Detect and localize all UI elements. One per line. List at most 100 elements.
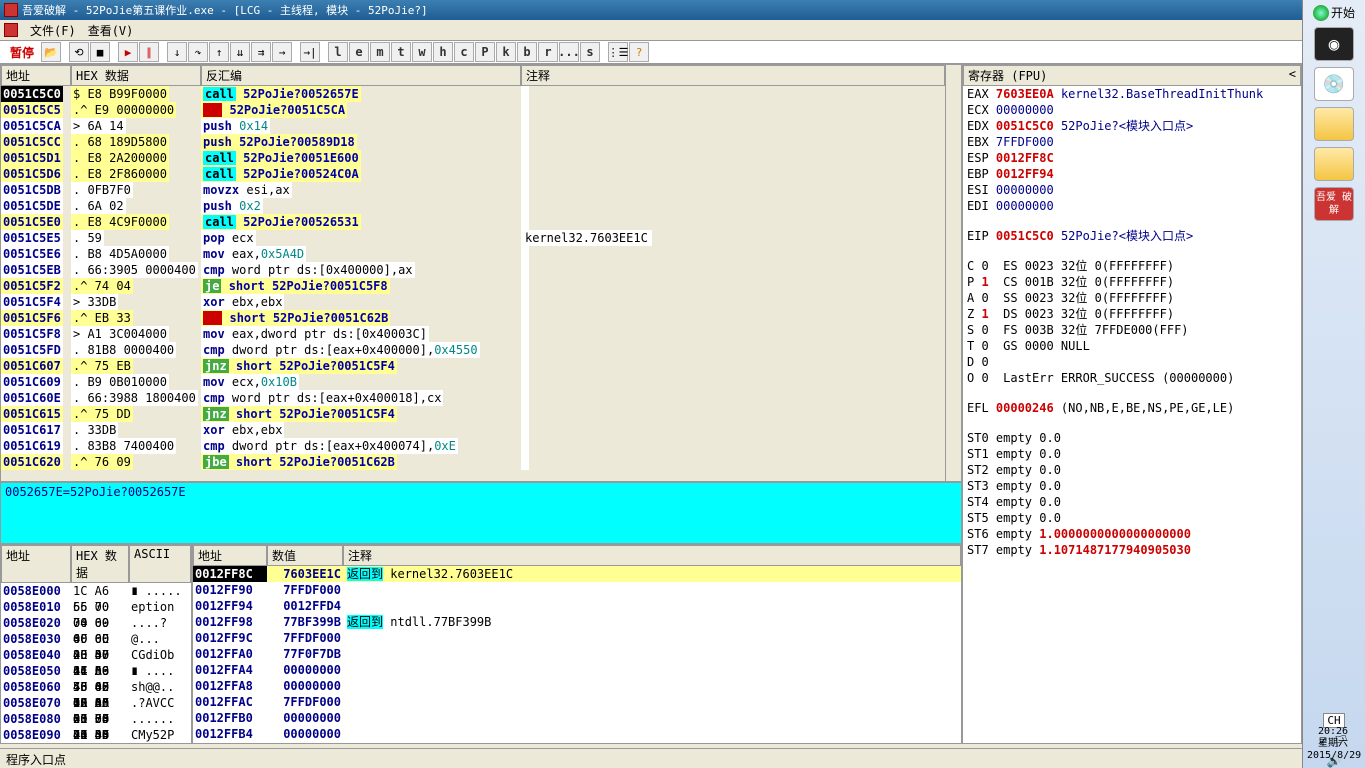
fpu-row[interactable]: ST7 empty 1.1071487177940905030 — [967, 542, 1297, 558]
cpu-addr[interactable]: 0051C5F8 — [1, 326, 63, 342]
cpu-addr[interactable]: 0051C60E — [1, 390, 63, 406]
cpu-comment[interactable]: kernel32.7603EE1C — [521, 230, 652, 246]
cpu-comment[interactable] — [521, 198, 529, 214]
dump-row[interactable]: 0058E02000 00 00 00 2E 3F 41 56 43 4F 62… — [1, 615, 191, 631]
cpu-addr[interactable]: 0051C5CA — [1, 118, 63, 134]
cpu-disasm[interactable]: short 52PoJie?0051C62B — [201, 310, 390, 326]
clock[interactable]: 20:26 星期六 2015/8/29 — [1307, 726, 1359, 762]
cpu-disasm[interactable]: je short 52PoJie?0051C5F8 — [201, 278, 390, 294]
efl-row[interactable]: EFL 00000246 (NO,NB,E,BE,NS,PE,GE,LE) — [967, 400, 1297, 416]
dump-header-addr[interactable]: 地址 — [1, 545, 71, 583]
start-button[interactable]: 开始 — [1313, 4, 1355, 21]
cpu-hex[interactable]: $ E8 B99F0000 — [71, 86, 169, 102]
cpu-hex[interactable]: . 83B8 7400400 — [71, 438, 176, 454]
toolbar-letter-b[interactable]: b — [517, 42, 537, 62]
cpu-addr[interactable]: 0051C609 — [1, 374, 63, 390]
fpu-row[interactable]: ST2 empty 0.0 — [967, 462, 1297, 478]
cpu-addr[interactable]: 0051C5D1 — [1, 150, 63, 166]
cpu-comment[interactable] — [521, 358, 529, 374]
cpu-addr[interactable]: 0051C607 — [1, 358, 63, 374]
toolbar-letter-h[interactable]: h — [433, 42, 453, 62]
cpu-comment[interactable] — [521, 278, 529, 294]
cpu-addr[interactable]: 0051C5EB — [1, 262, 63, 278]
cpu-addr[interactable]: 0051C5F4 — [1, 294, 63, 310]
cpu-addr[interactable]: 0051C5E5 — [1, 230, 63, 246]
cpu-hex[interactable]: . B9 0B010000 — [71, 374, 169, 390]
cpu-disasm[interactable]: cmp word ptr ds:[eax+0x400018],cx — [201, 390, 443, 406]
cpu-disasm[interactable]: cmp word ptr ds:[0x400000],ax — [201, 262, 415, 278]
menu-view[interactable]: 查看(V) — [88, 22, 134, 39]
register-EDI[interactable]: EDI 00000000 — [967, 198, 1297, 214]
cpu-addr[interactable]: 0051C620 — [1, 454, 63, 470]
cpu-comment[interactable] — [521, 166, 529, 182]
open-icon[interactable]: 📂 — [41, 42, 61, 62]
toolbar-letter-r[interactable]: r — [538, 42, 558, 62]
cpu-addr[interactable]: 0051C5CC — [1, 134, 63, 150]
stack-row[interactable]: 0012FFA800000000 — [193, 678, 961, 694]
cpu-addr[interactable]: 0051C5E6 — [1, 246, 63, 262]
dump-row[interactable]: 0058E04043 47 64 69 4F 62 6A 65 63 74 40… — [1, 647, 191, 663]
cpu-hex[interactable]: . 68 189D5800 — [71, 134, 169, 150]
cpu-disasm[interactable]: 52PoJie?0051C5CA — [201, 102, 347, 118]
cpu-comment[interactable] — [521, 150, 529, 166]
cpu-disasm[interactable]: xor ebx,ebx — [201, 422, 284, 438]
cpu-addr[interactable]: 0051C5C0 — [1, 86, 63, 102]
step-into-icon[interactable]: ↓ — [167, 42, 187, 62]
cpu-comment[interactable] — [521, 438, 529, 454]
register-EBP[interactable]: EBP 0012FF94 — [967, 166, 1297, 182]
flag-row[interactable]: S 0 FS 003B 32位 7FFDE000(FFF) — [967, 322, 1297, 338]
cpu-hex[interactable]: > 6A 14 — [71, 118, 126, 134]
stack-row[interactable]: 0012FFA077F0F7DB — [193, 646, 961, 662]
stack-row[interactable]: 0012FF9877BF399B返回到 ntdll.77BF399B — [193, 614, 961, 630]
flag-row[interactable]: Z 1 DS 0023 32位 0(FFFFFFFF) — [967, 306, 1297, 322]
flag-row[interactable]: D 0 — [967, 354, 1297, 370]
cpu-hex[interactable]: .^ E9 00000000 — [71, 102, 176, 118]
register-EAX[interactable]: EAX 7603EE0A kernel32.BaseThreadInitThun… — [967, 86, 1297, 102]
flag-row[interactable]: O 0 LastErr ERROR_SUCCESS (00000000) — [967, 370, 1297, 386]
header-disasm[interactable]: 反汇编 — [201, 65, 521, 86]
register-ESI[interactable]: ESI 00000000 — [967, 182, 1297, 198]
goto-icon[interactable]: →| — [300, 42, 320, 62]
dump-row[interactable]: 0058E0501C A6 56 00 00 00 00 00 2E 3F 41… — [1, 663, 191, 679]
toolbar-letter-k[interactable]: k — [496, 42, 516, 62]
cpu-disasm[interactable]: push 52PoJie?00589D18 — [201, 134, 357, 150]
cpu-comment[interactable] — [521, 262, 529, 278]
cpu-disasm[interactable]: cmp dword ptr ds:[eax+0x400000],0x4550 — [201, 342, 480, 358]
stack-row[interactable]: 0012FF940012FFD4 — [193, 598, 961, 614]
cpu-disasm[interactable]: movzx esi,ax — [201, 182, 292, 198]
cpu-addr[interactable]: 0051C619 — [1, 438, 63, 454]
cpu-disasm[interactable]: call 52PoJie?0052657E — [201, 86, 361, 102]
toolbar-letter-c[interactable]: c — [454, 42, 474, 62]
cpu-hex[interactable]: .^ 75 EB — [71, 358, 133, 374]
cpu-addr[interactable]: 0051C617 — [1, 422, 63, 438]
dump-row[interactable]: 0058E0702E 3F 41 56 43 44 6C 67 54 65 72… — [1, 695, 191, 711]
cpu-hex[interactable]: .^ 74 04 — [71, 278, 133, 294]
cpu-hex[interactable]: . 59 — [71, 230, 104, 246]
folder-icon[interactable] — [1314, 147, 1354, 181]
cpu-hex[interactable]: . 0FB7F0 — [71, 182, 133, 198]
dump-pane[interactable]: 地址 HEX 数据 ASCII 0058E0001C A6 56 00 00 0… — [0, 544, 192, 744]
flag-row[interactable]: P 1 CS 001B 32位 0(FFFFFFFF) — [967, 274, 1297, 290]
stack-pane[interactable]: 地址 数值 注释 0012FF8C7603EE1C返回到 kernel32.76… — [192, 544, 962, 744]
trace-into-icon[interactable]: ⇊ — [230, 42, 250, 62]
options-icon[interactable]: ⋮☰ — [608, 42, 628, 62]
menu-file[interactable]: 文件(F) — [30, 22, 76, 39]
cpu-hex[interactable]: .^ EB 33 — [71, 310, 133, 326]
stack-row[interactable]: 0012FFAC7FFDF000 — [193, 694, 961, 710]
cpu-addr[interactable]: 0051C5F6 — [1, 310, 63, 326]
toolbar-letter-w[interactable]: w — [412, 42, 432, 62]
scrollbar-disasm[interactable] — [945, 65, 961, 481]
obs-icon[interactable]: ◉ — [1314, 27, 1354, 61]
cpu-hex[interactable]: .^ 76 09 — [71, 454, 133, 470]
cpu-comment[interactable] — [521, 390, 529, 406]
flag-row[interactable]: C 0 ES 0023 32位 0(FFFFFFFF) — [967, 258, 1297, 274]
stack-row[interactable]: 0012FFB000000000 — [193, 710, 961, 726]
cpu-comment[interactable] — [521, 454, 529, 470]
stack-row[interactable]: 0012FF907FFDF000 — [193, 582, 961, 598]
toolbar-letter-m[interactable]: m — [370, 42, 390, 62]
register-EDX[interactable]: EDX 0051C5C0 52PoJie?<模块入口点> — [967, 118, 1297, 134]
run-to-icon[interactable]: → — [272, 42, 292, 62]
cpu-hex[interactable]: .^ 75 DD — [71, 406, 133, 422]
registers-pane[interactable]: 寄存器 (FPU)< EAX 7603EE0A kernel32.BaseThr… — [962, 64, 1302, 744]
cpu-disasm[interactable]: push 0x14 — [201, 118, 270, 134]
